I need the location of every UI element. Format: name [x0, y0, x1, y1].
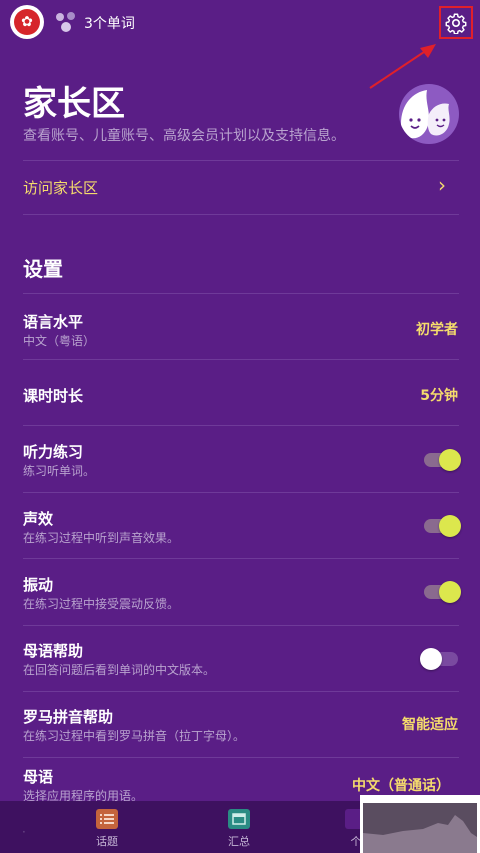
- parent-area-title: 家长区: [23, 84, 125, 124]
- romanization-title: 罗马拼音帮助: [23, 708, 114, 726]
- lesson-length-value: 5分钟: [420, 388, 458, 404]
- parent-area-description: 查看账号、儿童账号、高级会员计划以及支持信息。: [23, 128, 345, 144]
- language-level-title: 语言水平: [23, 313, 84, 331]
- native-language-title: 母语: [23, 768, 54, 786]
- sound-effects-row: 声效 在练习过程中听到声音效果。: [0, 493, 480, 558]
- settings-section-title: 设置: [23, 257, 63, 281]
- hong-kong-flag-icon: ✿: [14, 9, 40, 35]
- sound-effects-subtitle: 在练习过程中听到声音效果。: [23, 531, 180, 545]
- summary-book-icon: [228, 809, 250, 829]
- native-help-subtitle: 在回答问题后看到单词的中文版本。: [23, 663, 216, 677]
- nav-topics-label: 话题: [96, 835, 118, 848]
- nav-summary-label: 汇总: [228, 835, 250, 848]
- topics-list-icon: [96, 809, 118, 829]
- native-language-value: 中文（普通话）: [352, 778, 450, 794]
- lesson-length-row[interactable]: 课时时长 5分钟: [0, 360, 480, 425]
- visit-parent-area-link[interactable]: 访问家长区 ›: [0, 160, 480, 214]
- nav-topics[interactable]: 话题: [77, 809, 137, 849]
- gear-icon: [445, 13, 467, 34]
- language-flag-button[interactable]: ✿: [10, 5, 44, 39]
- listening-row: 听力练习 练习听单词。: [0, 426, 480, 492]
- divider: [23, 214, 459, 215]
- romanization-row[interactable]: 罗马拼音帮助 在练习过程中看到罗马拼音（拉丁字母）。 智能适应: [0, 692, 480, 757]
- vibration-title: 振动: [23, 576, 54, 594]
- toggle-knob: [439, 449, 461, 471]
- native-help-toggle[interactable]: [420, 646, 460, 672]
- lesson-length-title: 课时时长: [23, 387, 84, 405]
- vibration-row: 振动 在练习过程中接受震动反馈。: [0, 559, 480, 625]
- vibration-subtitle: 在练习过程中接受震动反馈。: [23, 597, 180, 611]
- listening-subtitle: 练习听单词。: [23, 464, 96, 478]
- language-level-row[interactable]: 语言水平 中文（粤语） 初学者: [0, 294, 480, 359]
- settings-button[interactable]: [439, 6, 473, 39]
- romanization-subtitle: 在练习过程中看到罗马拼音（拉丁字母）。: [23, 729, 246, 743]
- language-level-subtitle: 中文（粤语）: [23, 334, 96, 348]
- family-avatar-icon: [399, 84, 459, 144]
- nav-summary[interactable]: 汇总: [209, 809, 269, 849]
- vibration-toggle[interactable]: [422, 579, 461, 605]
- native-help-title: 母语帮助: [23, 642, 84, 660]
- floating-preview-thumbnail[interactable]: [360, 795, 480, 853]
- preview-image: [363, 803, 477, 853]
- visit-parent-area-label: 访问家长区: [23, 179, 99, 197]
- nav-ghost-label: ·: [22, 825, 26, 839]
- language-level-value: 初学者: [416, 322, 458, 338]
- word-bubbles-icon: [56, 12, 75, 32]
- sound-effects-title: 声效: [23, 510, 54, 528]
- top-bar: ✿ 3个单词: [0, 0, 480, 89]
- toggle-knob: [420, 648, 442, 670]
- romanization-value: 智能适应: [402, 717, 458, 733]
- word-count[interactable]: 3个单词: [84, 13, 135, 33]
- toggle-knob: [439, 515, 461, 537]
- toggle-knob: [439, 581, 461, 603]
- listening-toggle[interactable]: [422, 447, 461, 473]
- listening-title: 听力练习: [23, 443, 84, 461]
- sound-effects-toggle[interactable]: [422, 513, 461, 539]
- chevron-right-icon: ›: [438, 173, 446, 197]
- native-help-row: 母语帮助 在回答问题后看到单词的中文版本。: [0, 626, 480, 691]
